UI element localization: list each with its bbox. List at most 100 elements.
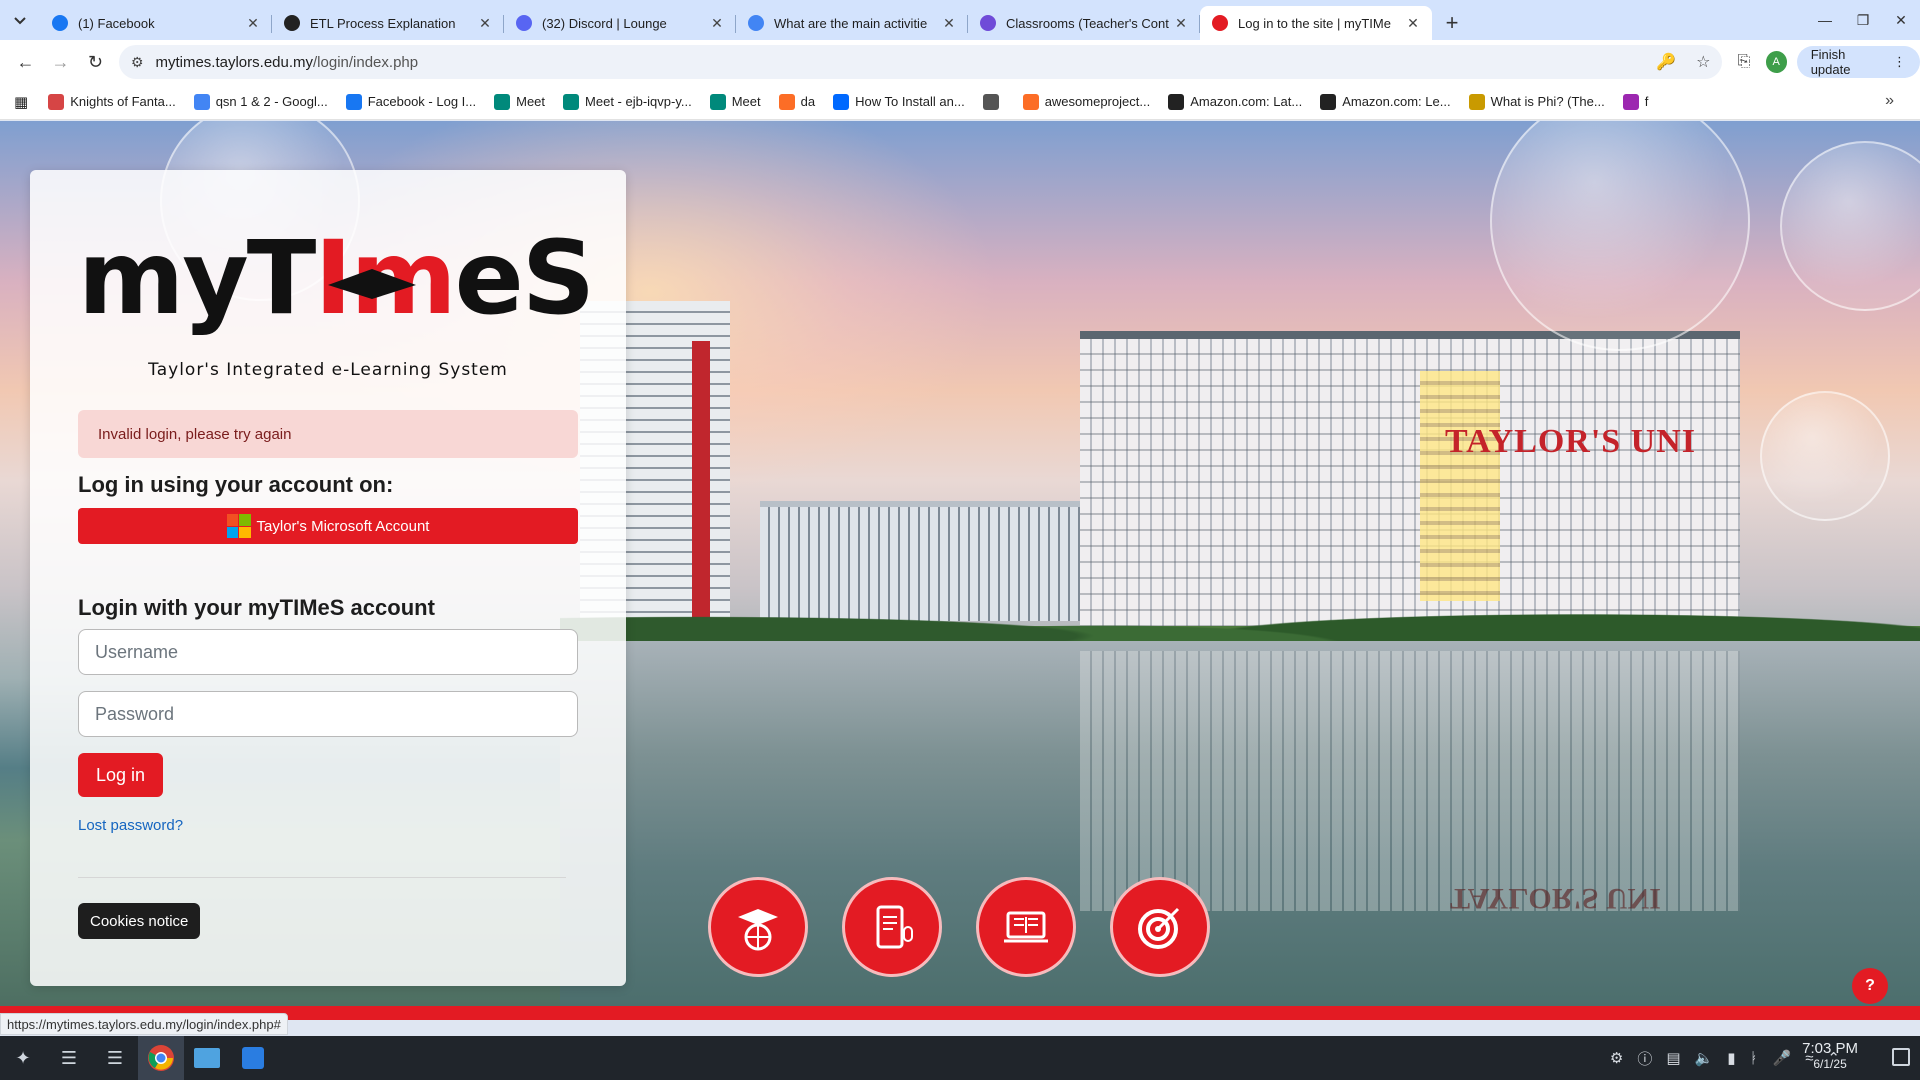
site-info-icon[interactable]: ⚙ (131, 54, 144, 71)
app-launcher-icon[interactable]: ✦ (0, 1036, 46, 1080)
forward-button[interactable]: → (43, 44, 78, 80)
amazon-icon (1320, 93, 1337, 110)
os-taskbar: ✦ ☰ ☰ ⚙ ⓘ ▤ 🔈 ▮ ᛓ 🎤 ≈ ⌃ 7:03 PM 6/1/25 (0, 1036, 1920, 1080)
finish-update-button[interactable]: Finish update ⋮ (1796, 46, 1920, 78)
page-footer-bar (0, 1006, 1920, 1020)
bookmark-item[interactable]: Meet (494, 93, 546, 110)
logo-part-4: eS (454, 219, 596, 338)
tab-close-icon[interactable]: ✕ (244, 15, 262, 32)
local-login-heading: Login with your myTIMeS account (78, 595, 435, 620)
tab-close-icon[interactable]: ✕ (1172, 15, 1190, 32)
bookmark-label: qsn 1 & 2 - Googl... (215, 94, 328, 109)
circle-icon (1622, 93, 1639, 110)
updates-icon[interactable]: ⓘ (1637, 1048, 1652, 1069)
bookmark-item[interactable]: Amazon.com: Lat... (1168, 93, 1302, 110)
browser-tab[interactable]: What are the main activitie ✕ (736, 6, 968, 40)
feature-target (1110, 877, 1210, 977)
new-tab-button[interactable]: + (1432, 6, 1472, 40)
extensions-icon[interactable]: ⎘ (1732, 53, 1755, 71)
tab-close-icon[interactable]: ✕ (1404, 15, 1422, 32)
target-icon (1138, 907, 1180, 949)
help-button[interactable]: ? (1852, 968, 1888, 1004)
bookmark-item[interactable] (982, 93, 1005, 110)
system-settings-icon[interactable]: ☰ (92, 1036, 138, 1080)
browser-tab[interactable]: (1) Facebook ✕ (40, 6, 272, 40)
logo-part-1: myT (78, 219, 316, 338)
microsoft-login-button[interactable]: Taylor's Microsoft Account (78, 508, 578, 544)
bookmark-item[interactable]: Meet (709, 93, 761, 110)
lake-reflection (1080, 651, 1740, 911)
tab-title: Log in to the site | myTIMe (1238, 15, 1391, 31)
bookmark-item[interactable]: Knights of Fanta... (48, 93, 176, 110)
battery-icon[interactable]: ▮ (1727, 1049, 1735, 1067)
bookmark-item[interactable]: Amazon.com: Le... (1320, 93, 1451, 110)
bookmark-label: How To Install an... (855, 94, 965, 109)
bookmark-label: da (800, 94, 816, 109)
more-menu-icon: ⋮ (1893, 54, 1906, 69)
restore-button[interactable]: ❐ (1844, 0, 1882, 40)
tab-search-button[interactable] (0, 0, 40, 40)
back-button[interactable]: ← (8, 44, 43, 80)
bookmark-item[interactable]: qsn 1 & 2 - Googl... (193, 93, 328, 110)
tab-close-icon[interactable]: ✕ (476, 15, 494, 32)
lost-password-link[interactable]: Lost password? (78, 817, 183, 834)
bookmark-label: Knights of Fanta... (70, 94, 176, 109)
bookmark-knights-icon (48, 93, 65, 110)
cookies-notice-button[interactable]: Cookies notice (78, 903, 201, 939)
notification-icon[interactable]: ⚙ (1610, 1049, 1623, 1067)
alert-text: Invalid login, please try again (98, 425, 292, 443)
bookmark-item[interactable]: awesomeproject... (1022, 93, 1150, 110)
settings-sliders-icon[interactable]: ☰ (46, 1036, 92, 1080)
browser-tab[interactable]: ETL Process Explanation ✕ (272, 6, 504, 40)
show-desktop-icon[interactable] (1892, 1048, 1910, 1066)
feature-icons (708, 877, 1210, 977)
profile-avatar[interactable]: A (1765, 51, 1787, 73)
password-key-icon[interactable]: 🔑 (1656, 52, 1676, 72)
decorative-bubble (1760, 391, 1890, 521)
bookmark-item[interactable]: Facebook - Log I... (345, 93, 477, 110)
google-icon (748, 15, 764, 31)
minimize-button[interactable]: — (1806, 0, 1844, 40)
chevron-down-icon (14, 17, 26, 25)
bookmark-item[interactable]: da (778, 93, 816, 110)
tab-close-icon[interactable]: ✕ (708, 15, 726, 32)
apps-grid-icon[interactable]: ▦ (14, 93, 28, 111)
feature-document-tablet (842, 877, 942, 977)
feature-laptop (976, 877, 1076, 977)
bookmarks-overflow-icon[interactable]: » (1885, 92, 1894, 110)
bookmark-item[interactable]: What is Phi? (The... (1468, 93, 1605, 110)
url-text: mytimes.taylors.edu.my/login/index.php (155, 54, 1656, 71)
browser-tab[interactable]: (32) Discord | Lounge ✕ (504, 6, 736, 40)
password-input[interactable] (78, 691, 578, 737)
tab-title: (1) Facebook (78, 15, 155, 31)
username-input[interactable] (78, 629, 578, 675)
clipboard-icon[interactable]: ▤ (1666, 1049, 1680, 1067)
bookmark-label: Meet (516, 94, 546, 109)
bluetooth-icon[interactable]: ᛓ (1749, 1050, 1758, 1067)
bookmark-star-icon[interactable]: ☆ (1696, 52, 1710, 72)
bookmark-item[interactable]: Meet - ejb-iqvp-y... (563, 93, 692, 110)
login-button[interactable]: Log in (78, 753, 163, 797)
taskbar-clock[interactable]: 7:03 PM 6/1/25 (1802, 1040, 1858, 1071)
bookmark-item[interactable]: f (1622, 93, 1648, 110)
browser-tab[interactable]: Log in to the site | myTIMe ✕ (1200, 6, 1432, 40)
microphone-icon[interactable]: 🎤 (1773, 1049, 1792, 1067)
bookmark-item[interactable]: How To Install an... (833, 93, 965, 110)
clock-date: 6/1/25 (1813, 1057, 1847, 1071)
close-window-button[interactable]: ✕ (1882, 0, 1920, 40)
browser-tab[interactable]: Classrooms (Teacher's Cont ✕ (968, 6, 1200, 40)
file-manager-icon[interactable] (184, 1036, 230, 1080)
address-bar[interactable]: ⚙ mytimes.taylors.edu.my/login/index.php… (118, 45, 1723, 79)
tab-close-icon[interactable]: ✕ (940, 15, 958, 32)
discord-icon (516, 15, 532, 31)
amazon-icon (1168, 93, 1185, 110)
tablet-document-icon (876, 905, 913, 949)
bookmark-label: Facebook - Log I... (367, 94, 477, 109)
graduation-cap-icon (324, 222, 420, 299)
reload-button[interactable]: ↻ (78, 44, 113, 80)
store-icon[interactable] (230, 1036, 276, 1080)
chrome-taskbar-icon[interactable] (138, 1036, 184, 1080)
bookmark-label: Meet (731, 94, 761, 109)
volume-icon[interactable]: 🔈 (1695, 1049, 1714, 1067)
logo-wordmark: myT Im eS (78, 219, 595, 338)
